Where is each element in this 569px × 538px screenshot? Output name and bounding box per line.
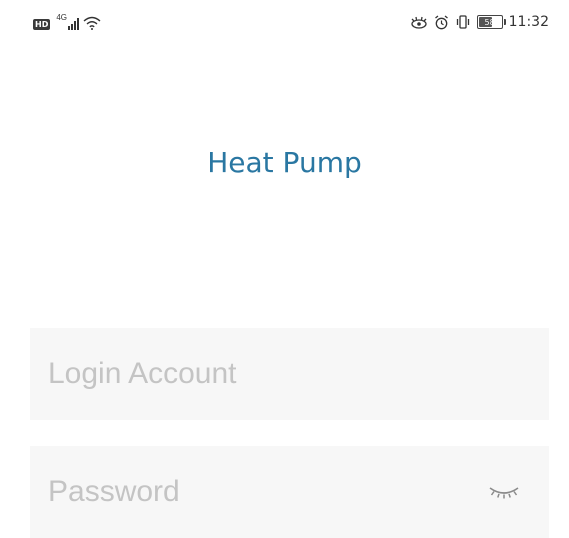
app-title: Heat Pump	[207, 146, 362, 179]
alarm-icon	[434, 14, 448, 29]
status-bar-right: 58 11:32	[410, 14, 549, 30]
eye-closed-icon[interactable]	[487, 482, 521, 502]
hd-icon: HD	[33, 19, 51, 30]
password-field[interactable]	[30, 446, 549, 538]
vibrate-icon	[456, 15, 469, 29]
status-bar-left: HD 4G	[33, 13, 101, 30]
wifi-icon	[83, 16, 101, 30]
eye-icon	[410, 16, 427, 29]
signal-icon	[68, 18, 80, 30]
battery-level: 58	[484, 17, 495, 27]
login-account-field[interactable]	[30, 328, 549, 420]
battery-icon: 58	[476, 15, 506, 29]
login-account-input[interactable]	[48, 328, 468, 420]
network-type-label: 4G	[56, 13, 68, 22]
password-input[interactable]	[48, 446, 468, 538]
status-bar: HD 4G 58 11:32	[0, 0, 569, 50]
status-time: 11:32	[508, 14, 549, 30]
